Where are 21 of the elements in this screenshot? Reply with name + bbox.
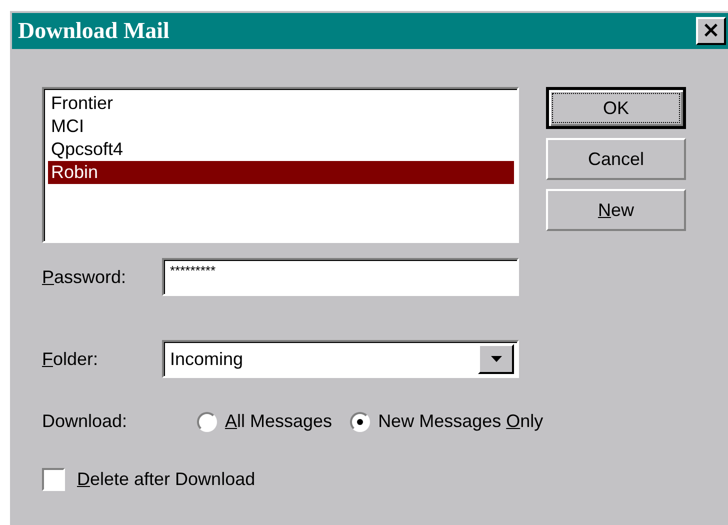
radio-button[interactable] [197,412,217,432]
radio-label[interactable]: All Messages [225,411,332,432]
password-field[interactable]: ********* [162,258,519,296]
password-label: Password: [42,266,128,288]
download-label: Download: [42,411,128,432]
radio-button[interactable] [350,412,370,432]
radio-label[interactable]: New Messages Only [378,411,544,432]
dialog-button[interactable]: OK [546,87,686,129]
window-title: Download Mail [18,18,170,44]
close-button[interactable]: × [696,17,726,45]
account-item[interactable]: Qpcsoft4 [48,138,514,161]
account-list[interactable]: Frontier MCI Qpcsoft4 Robin [42,87,519,243]
dialog-button[interactable]: Cancel [546,138,686,180]
account-item[interactable]: Robin [48,161,514,184]
checkbox[interactable] [42,468,65,491]
folder-dropdown[interactable]: Incoming [162,340,519,378]
account-item[interactable]: MCI [48,115,514,138]
delete-after-download-label[interactable]: Delete after Download [77,469,256,490]
folder-label: Folder: [42,348,100,370]
dialog-button[interactable]: New [546,189,686,231]
account-item[interactable]: Frontier [48,92,514,115]
